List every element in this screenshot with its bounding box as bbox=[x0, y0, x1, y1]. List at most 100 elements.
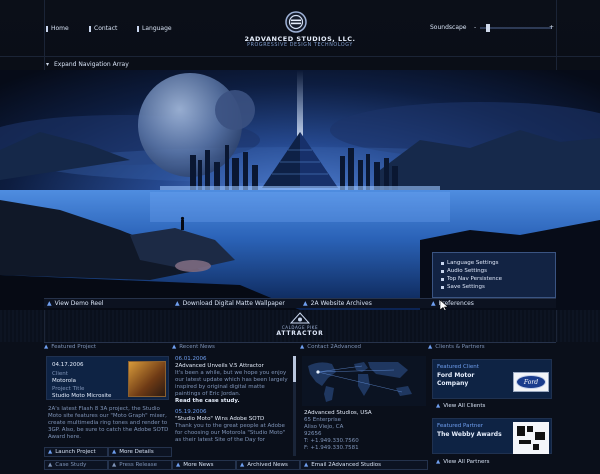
website-archives-label: 2A Website Archives bbox=[310, 299, 372, 307]
project-title: Studio Moto Microsite bbox=[52, 393, 112, 399]
arrow-up-icon: ▲ bbox=[428, 343, 433, 350]
pref-language[interactable]: Language Settings bbox=[441, 259, 555, 267]
contact-section: ▲ Contact 2Advanced 2Advanced Studios, US… bbox=[300, 342, 428, 474]
arrow-up-icon: ▲ bbox=[431, 299, 436, 307]
news-list: 06.01.2006 2Advanced Unveils V.5 Attract… bbox=[175, 356, 291, 456]
more-details-button[interactable]: ▲ More Details bbox=[108, 447, 172, 457]
featured-client-name: Ford Motor Company bbox=[437, 372, 475, 387]
clients-heading: Clients & Partners bbox=[435, 343, 485, 350]
recent-news-section: ▲ Recent News 06.01.2006 2Advanced Unveil… bbox=[172, 342, 300, 474]
news-date: 05.19.2006 bbox=[175, 409, 207, 415]
top-navigation: Home Contact Language 2ADVANCED STUDIOS,… bbox=[0, 0, 600, 70]
ford-logo[interactable]: Ford bbox=[513, 372, 549, 392]
arrow-up-icon: ▲ bbox=[172, 343, 177, 350]
soundscape-label: Soundscape bbox=[430, 24, 467, 31]
arrow-up-icon: ▲ bbox=[303, 299, 308, 307]
news-body: Thank you to the great people at Adobe f… bbox=[175, 423, 286, 443]
nav-contact[interactable]: Contact bbox=[89, 25, 117, 33]
arrow-up-icon: ▲ bbox=[240, 461, 245, 468]
attractor-logo-line2: ATTRACTOR bbox=[276, 330, 324, 337]
archived-news-label: Archived News bbox=[247, 461, 288, 468]
project-thumbnail[interactable] bbox=[128, 361, 166, 397]
grid-line bbox=[0, 56, 600, 57]
news-read-more-link[interactable]: Read the case study. bbox=[175, 398, 291, 405]
archived-news-button[interactable]: ▲ Archived News bbox=[236, 460, 300, 470]
news-title[interactable]: "Studio Moto" Wins Adobe SOTD bbox=[175, 416, 291, 423]
matte-wallpaper-label: Download Digital Matte Wallpaper bbox=[182, 299, 285, 307]
news-title[interactable]: 2Advanced Unveils V.5 Attractor bbox=[175, 363, 291, 370]
expand-navigation-label: Expand Navigation Array bbox=[54, 61, 129, 68]
arrow-up-icon: ▲ bbox=[175, 299, 180, 307]
world-map-image bbox=[302, 356, 426, 406]
pref-audio[interactable]: Audio Settings bbox=[441, 267, 555, 275]
featured-project-card[interactable]: 04.17.2006 Client Motorola Project Title… bbox=[46, 356, 169, 400]
more-details-label: More Details bbox=[119, 448, 154, 455]
news-date: 06.01.2006 bbox=[175, 356, 207, 362]
nav-bullet-icon bbox=[89, 26, 91, 32]
news-scrollbar[interactable] bbox=[293, 356, 296, 456]
nav-contact-label: Contact bbox=[94, 25, 118, 32]
scrollbar-thumb[interactable] bbox=[293, 356, 296, 382]
featured-partner-card[interactable]: Featured Partner The Webby Awards bbox=[432, 418, 552, 454]
arrow-up-icon: ▲ bbox=[112, 461, 117, 468]
webby-awards-logo-icon[interactable] bbox=[513, 422, 549, 454]
pref-language-label: Language Settings bbox=[447, 259, 499, 266]
volume-slider[interactable] bbox=[480, 24, 552, 32]
arrow-up-icon: ▲ bbox=[44, 343, 49, 350]
nav-language[interactable]: Language bbox=[137, 25, 172, 33]
arrow-up-icon: ▲ bbox=[300, 343, 305, 350]
slider-knob[interactable] bbox=[486, 24, 490, 32]
press-release-label: Press Release bbox=[119, 461, 157, 468]
demo-reel-link[interactable]: ▲ View Demo Reel bbox=[44, 298, 172, 308]
recent-news-header: ▲ Recent News bbox=[172, 342, 300, 351]
nav-home[interactable]: Home bbox=[46, 25, 69, 33]
view-all-partners-link[interactable]: ▲ View All Partners bbox=[436, 459, 489, 466]
case-study-button[interactable]: ▲ Case Study bbox=[44, 460, 108, 470]
contact-heading: Contact 2Advanced bbox=[307, 343, 362, 350]
brand-logo[interactable] bbox=[279, 11, 313, 33]
email-label: Email 2Advanced Studios bbox=[311, 461, 382, 468]
expand-navigation[interactable]: ▾ Expand Navigation Array bbox=[44, 60, 556, 69]
fax-number: F: +1.949.330.7581 bbox=[304, 445, 359, 451]
launch-project-button[interactable]: ▲ Launch Project bbox=[44, 447, 108, 457]
view-all-clients-link[interactable]: ▲ View All Clients bbox=[436, 403, 485, 410]
featured-client-card[interactable]: Featured Client Ford Motor Company Ford bbox=[432, 359, 552, 399]
volume-down-button[interactable]: - bbox=[474, 24, 476, 32]
bullet-icon bbox=[441, 285, 444, 289]
ford-logo-text: Ford bbox=[516, 375, 546, 389]
nav-home-label: Home bbox=[51, 25, 69, 32]
arrow-up-icon: ▲ bbox=[176, 461, 181, 468]
launch-project-label: Launch Project bbox=[55, 448, 96, 455]
bullet-icon bbox=[441, 269, 444, 273]
preferences-menu: Language Settings Audio Settings Top Nav… bbox=[432, 252, 556, 298]
clients-section: ▲ Clients & Partners Featured Client Ford… bbox=[428, 342, 556, 474]
project-description: 2A's latest Flash 8 3A project, the Stud… bbox=[48, 406, 169, 440]
address-line: 65 Enterprise bbox=[304, 417, 342, 423]
email-button[interactable]: ▲ Email 2Advanced Studios bbox=[300, 460, 428, 470]
arrow-up-icon: ▲ bbox=[47, 299, 52, 307]
grid-line bbox=[556, 310, 557, 342]
address-zip: 92656 bbox=[304, 431, 322, 437]
arrow-up-icon: ▲ bbox=[112, 448, 117, 455]
news-body: It's been a while, but we hope you enjoy… bbox=[175, 370, 288, 397]
nav-bullet-icon bbox=[137, 26, 139, 32]
arrow-up-icon: ▲ bbox=[436, 459, 441, 465]
featured-client-label: Featured Client bbox=[437, 364, 479, 370]
view-all-partners-label: View All Partners bbox=[443, 459, 490, 465]
featured-project-section: ▲ Featured Project 04.17.2006 Client Moto… bbox=[44, 342, 172, 474]
press-release-button[interactable]: ▲ Press Release bbox=[108, 460, 172, 470]
view-all-clients-label: View All Clients bbox=[443, 403, 486, 409]
matte-wallpaper-link[interactable]: ▲ Download Digital Matte Wallpaper bbox=[172, 298, 300, 308]
grid-line bbox=[44, 310, 45, 342]
arrow-up-icon: ▲ bbox=[436, 403, 441, 409]
pref-top-nav[interactable]: Top Nav Persistence bbox=[441, 275, 555, 283]
case-study-label: Case Study bbox=[55, 461, 87, 468]
pref-save[interactable]: Save Settings bbox=[441, 283, 555, 291]
more-news-label: More News bbox=[183, 461, 214, 468]
arrow-up-icon: ▲ bbox=[304, 461, 309, 468]
more-news-button[interactable]: ▲ More News bbox=[172, 460, 236, 470]
website-archives-link[interactable]: ▲ 2A Website Archives bbox=[300, 298, 428, 308]
contact-address: 2Advanced Studios, USA 65 Enterprise Ali… bbox=[304, 410, 372, 452]
pref-save-label: Save Settings bbox=[447, 283, 485, 290]
volume-up-button[interactable]: + bbox=[549, 24, 554, 32]
